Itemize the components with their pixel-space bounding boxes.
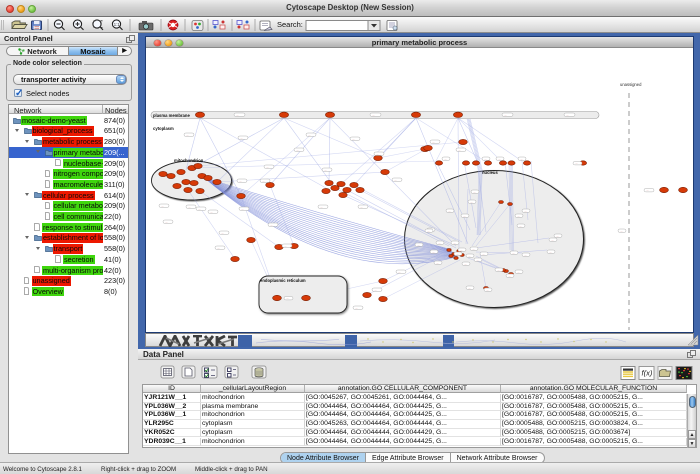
svg-text:....: .... bbox=[239, 180, 242, 183]
svg-text:....: .... bbox=[374, 289, 377, 292]
svg-text:....: .... bbox=[324, 169, 327, 172]
svg-text:plasma membrane: plasma membrane bbox=[153, 113, 190, 118]
svg-text:....: .... bbox=[436, 262, 439, 265]
svg-text:....: .... bbox=[221, 232, 224, 235]
svg-text:....: .... bbox=[517, 215, 520, 218]
svg-text:....: .... bbox=[473, 191, 476, 194]
svg-text:....: .... bbox=[270, 224, 273, 227]
svg-text:....: .... bbox=[240, 137, 243, 140]
svg-text:....: .... bbox=[497, 269, 500, 272]
svg-text:....: .... bbox=[296, 149, 299, 152]
svg-text:....: .... bbox=[284, 245, 287, 248]
svg-text:....: .... bbox=[372, 114, 375, 117]
svg-text:....: .... bbox=[438, 242, 441, 245]
svg-text:....: .... bbox=[188, 206, 191, 209]
svg-text:....: .... bbox=[486, 289, 489, 292]
svg-text:....: .... bbox=[508, 275, 511, 278]
svg-text:....: .... bbox=[210, 211, 213, 214]
svg-text:....: .... bbox=[417, 244, 420, 247]
svg-text:....: .... bbox=[286, 297, 289, 300]
svg-text:....: .... bbox=[458, 149, 461, 152]
svg-text:....: .... bbox=[266, 166, 269, 169]
svg-text:....: .... bbox=[352, 138, 355, 141]
svg-text:....: .... bbox=[575, 162, 578, 165]
svg-text:....: .... bbox=[186, 134, 189, 137]
svg-text:f(x): f(x) bbox=[642, 369, 653, 378]
svg-text:....: .... bbox=[620, 230, 623, 233]
svg-text:....: .... bbox=[524, 210, 527, 213]
svg-text:....: .... bbox=[308, 134, 311, 137]
svg-text:....: .... bbox=[556, 235, 559, 238]
svg-text:....: .... bbox=[549, 251, 552, 254]
svg-text:....: .... bbox=[236, 114, 239, 117]
svg-text:....: .... bbox=[320, 206, 323, 209]
svg-text:1:1: 1:1 bbox=[114, 22, 120, 27]
svg-text:....: .... bbox=[360, 206, 363, 209]
svg-text:....: .... bbox=[517, 271, 520, 274]
svg-text:....: .... bbox=[512, 252, 515, 255]
svg-text:....: .... bbox=[519, 225, 522, 228]
svg-text:....: .... bbox=[376, 153, 379, 156]
svg-text:....: .... bbox=[432, 251, 435, 254]
svg-text:....: .... bbox=[524, 254, 527, 257]
svg-text:....: .... bbox=[482, 253, 485, 256]
svg-text:endoplasmic reticulum: endoplasmic reticulum bbox=[260, 278, 306, 283]
svg-text:....: .... bbox=[165, 221, 168, 224]
svg-text:....: .... bbox=[472, 248, 475, 251]
svg-text:....: .... bbox=[470, 201, 473, 204]
svg-text:....: .... bbox=[241, 208, 244, 211]
svg-text:....: .... bbox=[484, 158, 487, 161]
svg-text:....: .... bbox=[448, 210, 451, 213]
svg-text:....: .... bbox=[355, 307, 358, 310]
svg-text:....: .... bbox=[394, 179, 397, 182]
svg-text:....: .... bbox=[476, 259, 479, 262]
svg-text:....: .... bbox=[456, 253, 459, 256]
svg-text:....: .... bbox=[427, 230, 430, 233]
svg-text:....: .... bbox=[498, 158, 501, 161]
svg-text:....: .... bbox=[398, 271, 401, 274]
svg-text:....: .... bbox=[262, 180, 265, 183]
svg-text:....: .... bbox=[217, 247, 220, 250]
svg-text:....: .... bbox=[198, 208, 201, 211]
svg-text:....: .... bbox=[504, 114, 507, 117]
svg-text:....: .... bbox=[161, 205, 164, 208]
svg-text:....: .... bbox=[444, 158, 447, 161]
svg-text:....: .... bbox=[464, 263, 467, 266]
svg-text:....: .... bbox=[551, 239, 554, 242]
svg-text:....: .... bbox=[460, 249, 463, 252]
svg-text:....: .... bbox=[432, 141, 435, 144]
svg-text:....: .... bbox=[520, 158, 523, 161]
svg-text:cytoplasm: cytoplasm bbox=[153, 126, 174, 131]
svg-text:unassigned: unassigned bbox=[620, 82, 642, 87]
svg-text:....: .... bbox=[566, 114, 569, 117]
svg-text:....: .... bbox=[646, 189, 649, 192]
svg-text:....: .... bbox=[453, 242, 456, 245]
svg-text:....: .... bbox=[463, 215, 466, 218]
svg-text:....: .... bbox=[468, 255, 471, 258]
svg-text:....: .... bbox=[468, 287, 471, 290]
svg-text:Search:: Search: bbox=[277, 20, 303, 29]
svg-text:nucleus: nucleus bbox=[482, 170, 498, 175]
